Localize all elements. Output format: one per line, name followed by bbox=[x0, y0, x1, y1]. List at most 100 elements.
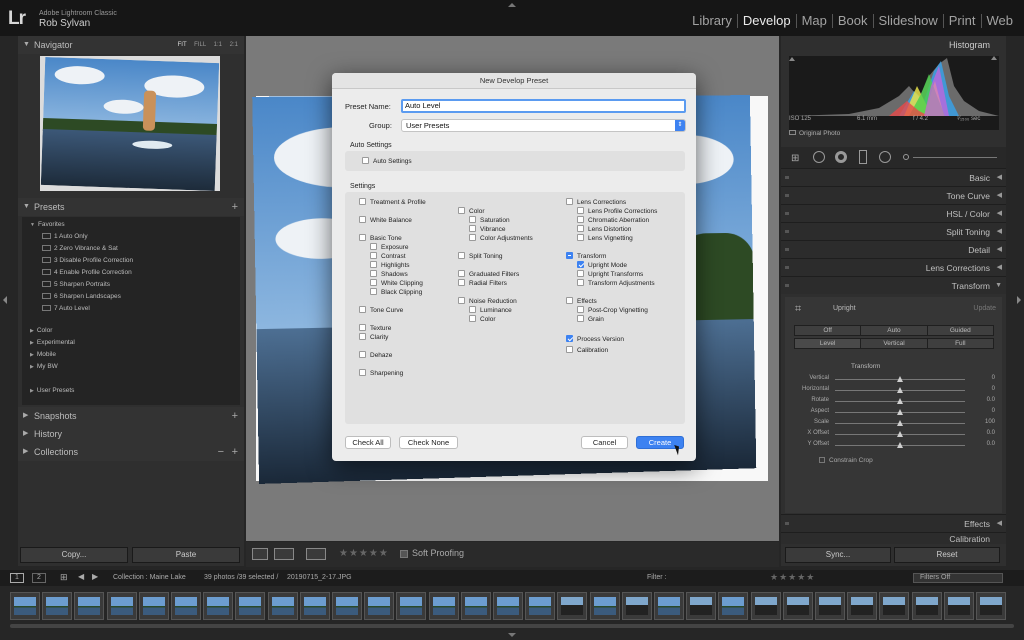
setting-process-version-checkbox[interactable]: Process Version bbox=[566, 335, 624, 344]
select-arrows-icon[interactable]: ⇕ bbox=[675, 120, 685, 131]
filter-stars[interactable]: ★★★★★ bbox=[770, 572, 815, 583]
check-none-button[interactable]: Check None bbox=[399, 436, 458, 449]
checkbox-box[interactable] bbox=[458, 252, 465, 259]
sync-button[interactable]: Sync... bbox=[785, 547, 891, 563]
scale-slider[interactable]: Scale 100 bbox=[789, 419, 999, 429]
checkbox-box[interactable] bbox=[370, 279, 377, 286]
filmstrip-thumbnail[interactable] bbox=[622, 592, 652, 620]
before-after-swap-icon[interactable] bbox=[306, 548, 326, 560]
setting-dehaze-checkbox[interactable]: Dehaze bbox=[359, 351, 392, 360]
preset-name-input[interactable]: Auto Level bbox=[401, 99, 686, 113]
section-toggle-icon[interactable] bbox=[785, 194, 789, 197]
brush-slider[interactable] bbox=[913, 157, 997, 158]
setting-tone-curve-checkbox[interactable]: Tone Curve bbox=[359, 306, 403, 315]
effects-section[interactable]: Effects ◀ bbox=[781, 514, 1006, 532]
setting-effects-checkbox[interactable]: Effects bbox=[566, 297, 597, 306]
module-print[interactable]: Print bbox=[943, 14, 981, 28]
setting-vibrance-checkbox[interactable]: Vibrance bbox=[469, 225, 506, 234]
update-button[interactable]: Update bbox=[973, 305, 996, 312]
checkbox-box[interactable] bbox=[370, 243, 377, 250]
checkbox-box[interactable] bbox=[359, 333, 366, 340]
grid-view-icon[interactable]: ⊞ bbox=[60, 572, 68, 583]
filmstrip-thumbnail[interactable] bbox=[364, 592, 394, 620]
radial-filter-icon[interactable] bbox=[879, 151, 891, 163]
checkbox-box[interactable] bbox=[577, 270, 584, 277]
setting-upright-transforms-checkbox[interactable]: Upright Transforms bbox=[577, 270, 643, 279]
split-toning-section[interactable]: Split Toning ◀ bbox=[781, 222, 1006, 240]
setting-upright-mode-checkbox[interactable]: Upright Mode bbox=[577, 261, 627, 270]
setting-transform-checkbox[interactable]: Transform bbox=[566, 252, 606, 261]
filmstrip-thumbnail[interactable] bbox=[171, 592, 201, 620]
hsl-color-section[interactable]: HSL / Color ◀ bbox=[781, 204, 1006, 222]
presets-header[interactable]: ▼ Presets + bbox=[18, 198, 244, 216]
filmstrip-thumbnail[interactable] bbox=[557, 592, 587, 620]
preset-item[interactable]: 7 Auto Level bbox=[42, 305, 90, 312]
preset-item[interactable]: 5 Sharpen Portraits bbox=[42, 281, 110, 288]
filmstrip-thumbnail[interactable] bbox=[879, 592, 909, 620]
preset-folder-user-presets[interactable]: ▶ User Presets bbox=[30, 387, 74, 394]
filmstrip-thumbnail[interactable] bbox=[74, 592, 104, 620]
preset-item[interactable]: 1 Auto Only bbox=[42, 233, 88, 240]
filmstrip-scrollbar[interactable] bbox=[10, 624, 1014, 628]
checkbox-box[interactable] bbox=[458, 270, 465, 277]
upright-guided-tool-icon[interactable]: ⌗ bbox=[795, 303, 801, 316]
filmstrip-thumbnail[interactable] bbox=[815, 592, 845, 620]
filmstrip-thumbnail[interactable] bbox=[42, 592, 72, 620]
upright-auto-button[interactable]: Auto bbox=[860, 326, 926, 335]
section-toggle-icon[interactable] bbox=[785, 522, 789, 525]
copy-settings-button[interactable]: Copy... bbox=[20, 547, 128, 563]
auto-settings-checkbox[interactable]: Auto Settings bbox=[362, 157, 412, 166]
checkbox-box[interactable] bbox=[469, 225, 476, 232]
upright-off-button[interactable]: Off bbox=[795, 326, 860, 335]
filmstrip-thumbnail[interactable] bbox=[847, 592, 877, 620]
section-toggle-icon[interactable] bbox=[785, 230, 789, 233]
preset-item[interactable]: 4 Enable Profile Correction bbox=[42, 269, 132, 276]
crop-overlay-icon[interactable]: ⊞ bbox=[791, 153, 799, 164]
slider-value[interactable]: 0.0 bbox=[965, 430, 995, 436]
setting-lens-vignetting-checkbox[interactable]: Lens Vignetting bbox=[577, 234, 633, 243]
setting-shadows-checkbox[interactable]: Shadows bbox=[370, 270, 408, 279]
remove-collection-icon[interactable]: − bbox=[218, 443, 224, 461]
setting-lens-distortion-checkbox[interactable]: Lens Distortion bbox=[577, 225, 631, 234]
slider-thumb[interactable] bbox=[897, 420, 903, 426]
y-offset-slider[interactable]: Y Offset 0.0 bbox=[789, 441, 999, 451]
zoom-1-1[interactable]: 1:1 bbox=[214, 42, 222, 48]
checkbox-box[interactable] bbox=[577, 306, 584, 313]
filmstrip-thumbnail[interactable] bbox=[10, 592, 40, 620]
slider-thumb[interactable] bbox=[897, 431, 903, 437]
slider-value[interactable]: 0 bbox=[965, 375, 995, 381]
setting-graduated-filters-checkbox[interactable]: Graduated Filters bbox=[458, 270, 519, 279]
setting-grain-checkbox[interactable]: Grain bbox=[577, 315, 604, 324]
red-eye-icon[interactable] bbox=[835, 151, 847, 163]
tone-curve-section[interactable]: Tone Curve ◀ bbox=[781, 186, 1006, 204]
cancel-button[interactable]: Cancel bbox=[581, 436, 628, 449]
filmstrip-thumbnail[interactable] bbox=[203, 592, 233, 620]
setting-sharpening-checkbox[interactable]: Sharpening bbox=[359, 369, 403, 378]
calibration-section[interactable]: Calibration bbox=[781, 532, 1006, 544]
slider-value[interactable]: 0.0 bbox=[965, 441, 995, 447]
section-toggle-icon[interactable] bbox=[785, 176, 789, 179]
filmstrip-thumbnail[interactable] bbox=[654, 592, 684, 620]
section-toggle-icon[interactable] bbox=[785, 284, 789, 287]
module-map[interactable]: Map bbox=[796, 14, 832, 28]
checkbox-box[interactable] bbox=[469, 234, 476, 241]
histogram-title[interactable]: Histogram bbox=[949, 40, 990, 50]
collection-source[interactable]: Collection : Maine Lake bbox=[113, 574, 186, 581]
horizontal-slider[interactable]: Horizontal 0 bbox=[789, 386, 999, 396]
setting-calibration-checkbox[interactable]: Calibration bbox=[566, 346, 608, 355]
setting-exposure-checkbox[interactable]: Exposure bbox=[370, 243, 408, 252]
checkbox-box[interactable] bbox=[566, 335, 573, 342]
setting-split-toning-checkbox[interactable]: Split Toning bbox=[458, 252, 503, 261]
basic-section[interactable]: Basic ◀ bbox=[781, 168, 1006, 186]
filmstrip-thumbnail[interactable] bbox=[300, 592, 330, 620]
slider-value[interactable]: 100 bbox=[965, 419, 995, 425]
checkbox-box[interactable] bbox=[577, 207, 584, 214]
checkbox-box[interactable] bbox=[458, 279, 465, 286]
slider-thumb[interactable] bbox=[897, 442, 903, 448]
add-collection-icon[interactable]: + bbox=[232, 443, 238, 461]
checkbox-box[interactable] bbox=[577, 225, 584, 232]
checkbox-box[interactable] bbox=[359, 369, 366, 376]
soft-proofing-checkbox[interactable] bbox=[400, 550, 408, 558]
setting-lens-corrections-checkbox[interactable]: Lens Corrections bbox=[566, 198, 626, 207]
checkbox-box[interactable] bbox=[566, 198, 573, 205]
